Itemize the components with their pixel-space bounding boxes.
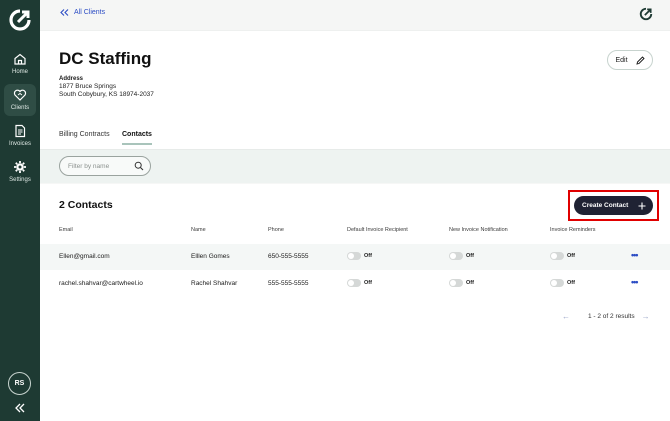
edit-button[interactable]: Edit: [607, 50, 653, 70]
address-line1: 1877 Bruce Springs: [59, 83, 117, 90]
toggle-track: [347, 279, 361, 287]
app-logo-icon[interactable]: [8, 8, 32, 32]
invoice-reminders-toggle[interactable]: Off: [550, 279, 575, 287]
sidebar: Home Clients Invoices Settings RS: [0, 0, 40, 421]
column-header-phone: Phone: [268, 227, 284, 233]
brand-logo-icon: [639, 7, 653, 21]
email-cell: rachel.shahvar@cartwheel.io: [59, 280, 143, 287]
address-text: 1877 Bruce Springs South Cobybury, KS 18…: [59, 83, 154, 99]
sidebar-item-label: Home: [11, 69, 28, 75]
default-recipient-toggle[interactable]: Off: [347, 279, 372, 287]
phone-cell: 650-555-5555: [268, 253, 309, 260]
column-header-invoice-reminders: Invoice Reminders: [550, 227, 596, 233]
create-contact-highlight: Create Contact: [568, 190, 659, 221]
back-to-all-clients-link[interactable]: All Clients: [60, 9, 105, 16]
default-recipient-toggle[interactable]: Off: [347, 252, 372, 260]
name-cell: Rachel Shahvar: [191, 280, 238, 287]
row-actions-more-icon[interactable]: •••: [631, 277, 643, 289]
back-link-label: All Clients: [74, 9, 106, 16]
address-label: Address: [59, 76, 84, 82]
table-row[interactable]: rachel.shahvar@cartwheel.io Rachel Shahv…: [40, 271, 670, 297]
filter-placeholder: Filter by name: [68, 162, 110, 170]
toggle-track: [347, 252, 361, 260]
sidebar-item-invoices[interactable]: Invoices: [4, 120, 36, 152]
collapse-sidebar-icon[interactable]: [13, 402, 27, 414]
gear-icon: [14, 161, 26, 173]
contacts-count: 2 Contacts: [59, 199, 113, 211]
pagination-text: 1 - 2 of 2 results: [588, 313, 635, 320]
toggle-label: Off: [466, 253, 474, 259]
sidebar-item-home[interactable]: Home: [4, 48, 36, 80]
invoice-reminders-toggle[interactable]: Off: [550, 252, 575, 260]
toggle-track: [449, 279, 463, 287]
sidebar-item-label: Settings: [9, 177, 31, 183]
tab-bar: Billing Contracts Contacts: [40, 109, 670, 150]
top-bar: All Clients: [40, 0, 670, 30]
contacts-section: 2 Contacts Create Contact Email Name Pho…: [40, 184, 670, 421]
phone-cell: 555-555-5555: [268, 280, 309, 287]
double-chevron-left-icon: [60, 9, 69, 16]
toggle-label: Off: [466, 280, 474, 286]
new-invoice-notification-toggle[interactable]: Off: [449, 279, 474, 287]
table-row[interactable]: Ellen@gmail.com Elllen Gomes 650-555-555…: [40, 244, 670, 270]
clients-icon: [13, 89, 27, 101]
edit-button-label: Edit: [615, 56, 628, 64]
toggle-label: Off: [567, 280, 575, 286]
row-actions-more-icon[interactable]: •••: [631, 250, 643, 262]
toggle-label: Off: [567, 253, 575, 259]
tab-billing-contracts[interactable]: Billing Contracts: [59, 131, 110, 143]
column-header-name: Name: [191, 227, 206, 233]
name-cell: Elllen Gomes: [191, 253, 230, 260]
toggle-track: [550, 279, 564, 287]
invoices-icon: [15, 124, 26, 138]
create-contact-label: Create Contact: [582, 202, 629, 209]
pagination: ← 1 - 2 of 2 results →: [562, 312, 650, 321]
filter-by-name-input[interactable]: Filter by name: [59, 156, 151, 176]
sidebar-item-clients[interactable]: Clients: [4, 84, 36, 116]
toggle-label: Off: [364, 253, 372, 259]
toggle-track: [550, 252, 564, 260]
column-header-default-invoice-recipient: Default Invoice Recipient: [347, 227, 408, 233]
tab-contacts[interactable]: Contacts: [122, 131, 152, 145]
next-page-icon[interactable]: →: [642, 312, 650, 321]
sidebar-item-label: Clients: [10, 105, 30, 111]
create-contact-button[interactable]: Create Contact: [574, 196, 653, 215]
column-header-email: Email: [59, 227, 73, 233]
email-cell: Ellen@gmail.com: [59, 253, 110, 260]
sidebar-item-settings[interactable]: Settings: [4, 156, 36, 188]
home-icon: [14, 53, 26, 65]
sidebar-item-label: Invoices: [8, 141, 31, 147]
pencil-icon: [635, 55, 645, 65]
address-line2: South Cobybury, KS 18974-2037: [59, 91, 154, 98]
avatar[interactable]: RS: [8, 372, 31, 395]
toggle-track: [449, 252, 463, 260]
new-invoice-notification-toggle[interactable]: Off: [449, 252, 474, 260]
toggle-label: Off: [364, 280, 372, 286]
plus-icon: [638, 202, 646, 209]
filter-bar: Filter by name: [40, 150, 670, 183]
search-icon: [134, 161, 144, 171]
page-title: DC Staffing: [59, 49, 152, 68]
column-header-new-invoice-notification: New Invoice Notification: [449, 227, 508, 233]
previous-page-icon[interactable]: ←: [562, 312, 570, 321]
